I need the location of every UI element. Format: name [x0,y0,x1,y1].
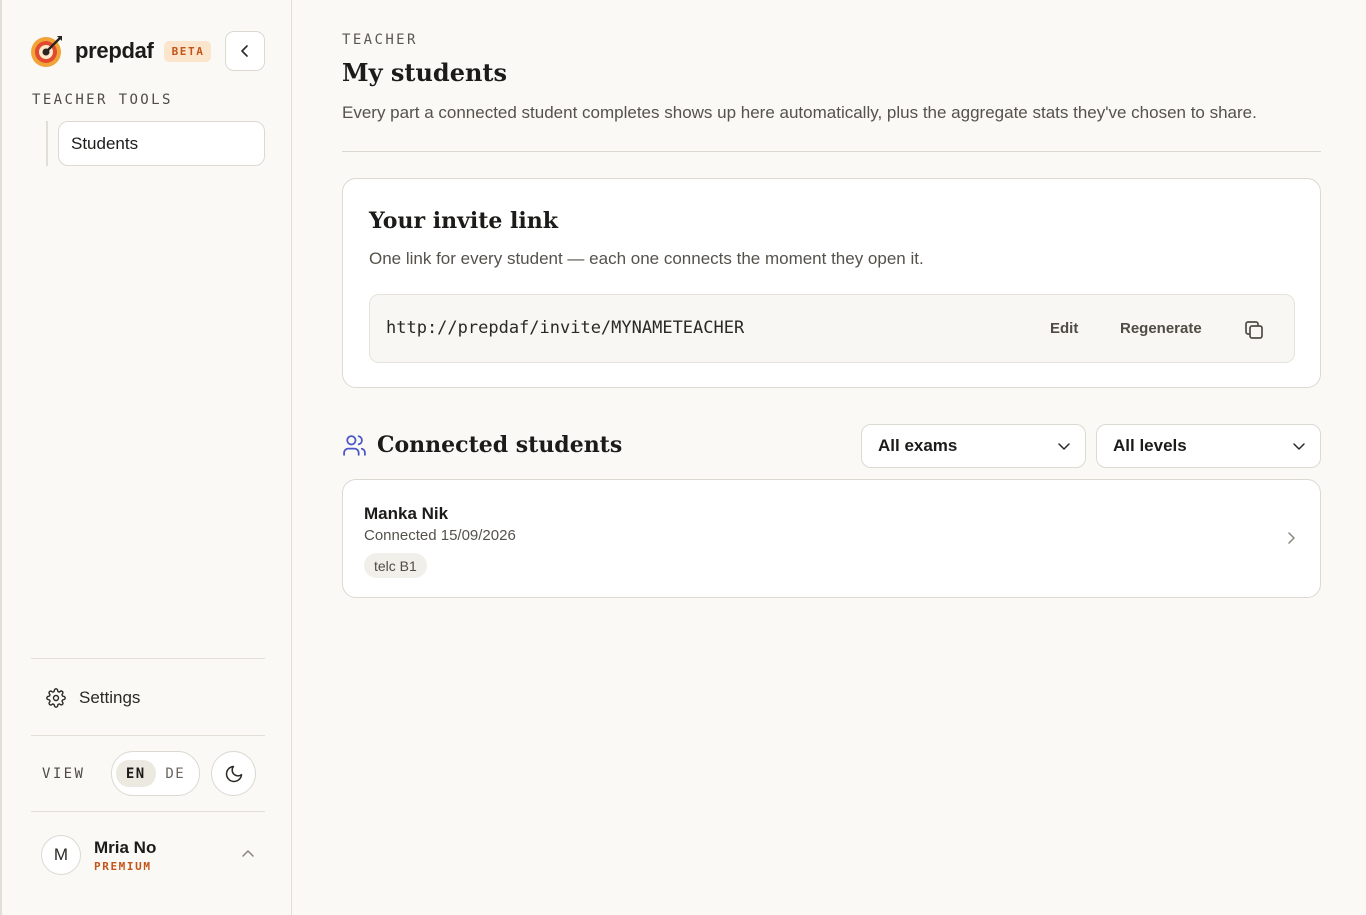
avatar: M [41,835,81,875]
chevron-left-icon [241,45,248,57]
chevron-down-icon [1293,443,1305,450]
invite-url[interactable]: http://prepdaf/invite/MYNAMETEACHER [386,318,744,338]
settings-label: Settings [79,688,141,707]
language-en-button[interactable]: EN [116,760,156,787]
language-toggle: EN DE [111,751,200,796]
invite-card: Your invite link One link for every stud… [342,178,1321,388]
page-eyebrow: TEACHER [342,32,418,48]
copy-icon[interactable] [1242,318,1266,342]
theme-toggle-button[interactable] [211,751,256,796]
teacher-tools-label: TEACHER TOOLS [32,92,173,108]
student-name: Manka Nik [364,504,449,523]
sidebar-item-label: Students [71,133,139,153]
user-name: Mria No [94,837,157,857]
beta-badge: BETA [163,40,212,62]
exam-filter-select[interactable]: All exams [861,424,1086,468]
connected-title-wrap: Connected students [342,432,622,458]
chevron-up-icon [242,850,254,857]
moon-icon [225,765,242,782]
settings-link[interactable]: Settings [46,684,140,712]
language-de-button[interactable]: DE [156,760,196,787]
sidebar-divider [31,735,265,736]
invite-description: One link for every student — each one co… [369,249,924,268]
connected-students-title: Connected students [377,432,623,458]
sidebar-divider [31,658,265,659]
user-info: Mria No PREMIUM [94,838,156,873]
chevron-right-icon [1288,532,1295,544]
invite-title: Your invite link [369,208,558,234]
regenerate-link-button[interactable]: Regenerate [1120,320,1202,337]
chevron-down-icon [1058,443,1070,450]
student-connected-date: Connected 15/09/2026 [364,527,516,544]
brand-name: prepdaf [75,38,154,63]
level-filter-select[interactable]: All levels [1096,424,1321,468]
user-menu[interactable]: M Mria No PREMIUM [41,835,265,875]
level-filter-value: All levels [1113,436,1187,455]
sidebar-divider [31,811,265,812]
page-title: My students [342,58,508,87]
users-icon [343,434,366,456]
view-controls: VIEW EN DE [42,751,256,796]
invite-link-box: http://prepdaf/invite/MYNAMETEACHER Edit… [369,294,1295,363]
exam-filter-value: All exams [878,436,958,455]
sidebar: prepdaf BETA TEACHER TOOLS Students Sett… [0,0,292,915]
page-description: Every part a connected student completes… [342,103,1257,122]
target-logo-icon [31,36,62,67]
view-label: VIEW [42,765,86,782]
header-divider [342,151,1321,152]
student-card[interactable]: Manka Nik Connected 15/09/2026 telc B1 [342,479,1321,598]
collapse-sidebar-button[interactable] [225,31,265,71]
nav-rail [46,121,48,166]
connected-students-header: Connected students All exams All levels [342,424,1321,468]
user-plan-badge: PREMIUM [94,859,152,873]
sidebar-item-students[interactable]: Students [58,121,265,166]
brand[interactable]: prepdaf BETA [30,32,212,70]
student-exam-tag: telc B1 [364,553,427,578]
edit-link-button[interactable]: Edit [1050,320,1078,337]
gear-icon [46,688,66,708]
